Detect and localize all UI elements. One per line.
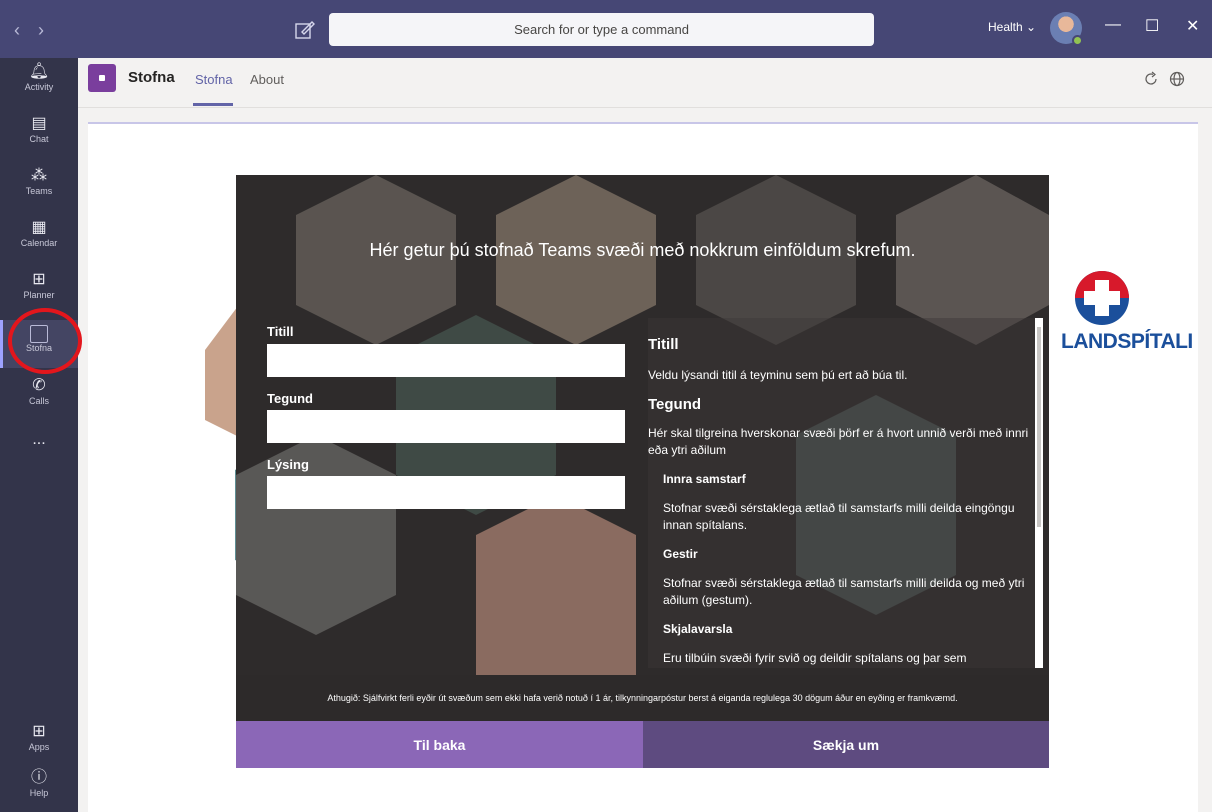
hero-panel: Hér getur þú stofnað Teams svæði með nok… [236,175,1049,721]
appbar-item-label: Planner [23,290,55,300]
info-sub-innra: Innra samstarf [663,472,746,486]
description-field[interactable] [267,476,625,509]
page-title: Stofna [128,69,175,86]
info-panel[interactable]: Titill Veldu lýsandi titil á teyminu sem… [648,318,1038,668]
refresh-icon[interactable] [1142,70,1160,88]
chat-icon: ▤ [31,115,47,132]
forward-arrow-icon[interactable]: › [38,20,44,41]
close-icon[interactable]: ✕ [1186,16,1199,36]
presence-status-icon [1072,35,1083,46]
info-text-innra: Stofnar svæði sérstaklega ætlað til sams… [663,501,1015,532]
field-label-tegund: Tegund [267,391,313,406]
title-field[interactable] [267,344,625,377]
title-bar: ‹ › Search for or type a command Health … [0,0,1212,58]
appbar-item-label: Calendar [20,238,58,248]
appbar-item-label: Apps [28,742,50,752]
info-sub-skjalavarsla: Skjalavarsla [663,622,733,636]
appbar-item-label: Calls [28,396,49,406]
info-heading-tegund: Tegund [648,396,702,413]
more-icon: ... [32,431,46,448]
appbar-item-chat[interactable]: ▤ Chat [0,110,78,158]
appbar-item-calendar[interactable]: ▦ Calendar [0,214,78,262]
field-label-lysing: Lýsing [267,457,309,472]
apps-icon: ⊞ [32,723,46,740]
landspitali-logo [1075,271,1129,325]
planner-icon: ⊞ [32,271,46,288]
field-label-titill: Titill [267,324,294,339]
help-icon: ⓘ [30,769,47,786]
bell-icon: 🔔︎ [28,63,50,80]
appbar-item-calls[interactable]: ✆ Calls [0,372,78,420]
search-input[interactable]: Search for or type a command [329,13,874,46]
appbar-item-apps[interactable]: ⊞ Apps [0,718,78,766]
tab-stofna[interactable]: Stofna [195,72,233,87]
appbar-item-teams[interactable]: ⁂ Teams [0,162,78,210]
tenant-label: Health [988,20,1023,34]
highlight-ring [8,308,82,374]
appbar-item-planner[interactable]: ⊞ Planner [0,266,78,314]
calendar-icon: ▦ [31,219,47,236]
compose-icon[interactable] [294,20,316,40]
phone-icon: ✆ [32,377,46,394]
info-heading-titill: Titill [648,336,679,353]
maximize-icon[interactable]: ☐ [1145,16,1159,36]
hero-title: Hér getur þú stofnað Teams svæði með nok… [369,240,916,260]
info-scrollbar-thumb[interactable] [1037,327,1041,527]
globe-icon[interactable] [1168,70,1186,88]
appbar-item-label: Help [29,788,49,798]
app-header: Stofna Stofna About [78,58,1212,108]
apply-button[interactable]: Sækja um [643,721,1049,768]
appbar-item-label: Teams [25,186,53,196]
info-text-tegund: Hér skal tilgreina hverskonar svæði þörf… [648,426,1029,457]
appbar-item-activity[interactable]: 🔔︎ Activity [0,58,78,106]
info-text-skjalavarsla: Eru tilbúin svæði fyrir svið og deildir … [663,651,967,665]
teams-icon: ⁂ [31,167,47,184]
chevron-down-icon: ⌄ [1026,20,1037,34]
info-text-gestir: Stofnar svæði sérstaklega ætlað til sams… [663,576,1025,607]
appbar-item-label: Chat [29,134,49,144]
logo-text: LANDSPÍTALI [1061,330,1193,353]
type-field[interactable] [267,410,625,443]
appbar-item-help[interactable]: ⓘ Help [0,764,78,812]
deletion-notice: Athugið: Sjálfvirkt ferli eyðir út svæðu… [236,675,1049,721]
minimize-icon[interactable]: — [1105,16,1121,34]
history-nav: ‹ › [14,20,44,41]
tenant-switcher[interactable]: Health ⌄ [988,20,1036,34]
active-tab-indicator [193,103,233,106]
app-bar: 🔔︎ Activity ▤ Chat ⁂ Teams ▦ Calendar ⊞ … [0,58,78,812]
info-sub-gestir: Gestir [663,547,698,561]
tab-about[interactable]: About [250,72,284,87]
info-text-titill: Veldu lýsandi titil á teyminu sem þú ert… [648,368,908,382]
appbar-item-label: Activity [24,82,54,92]
back-button[interactable]: Til baka [236,721,643,768]
app-logo-icon [88,64,116,92]
appbar-item-more[interactable]: ... [0,426,78,474]
back-arrow-icon[interactable]: ‹ [14,20,20,41]
